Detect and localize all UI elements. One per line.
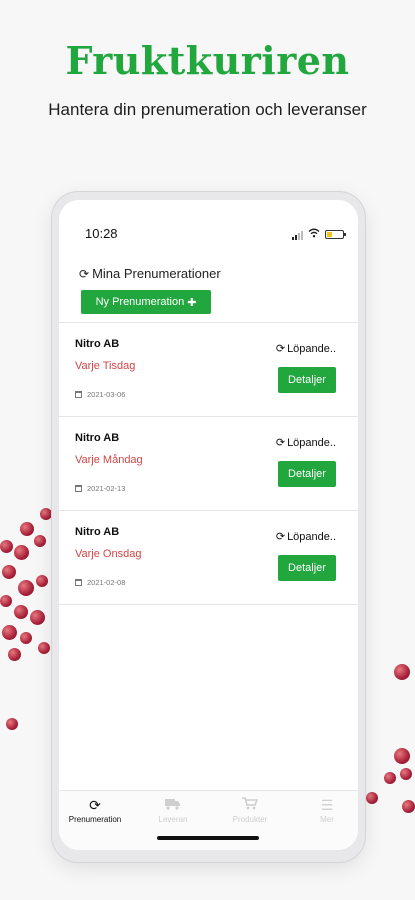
tab-produkter[interactable]: Produkter: [214, 797, 286, 824]
brand-title: Fruktkuriren: [65, 38, 350, 83]
brand-tagline: Hantera din prenumeration och leveranser: [48, 100, 367, 119]
home-indicator: [157, 836, 259, 840]
status-time: 10:28: [85, 226, 118, 241]
tab-mer[interactable]: ☰ Mer: [291, 797, 358, 824]
app-screen: 10:28 ⟳ Mina Prenumerationer Ny Prenumer…: [59, 200, 358, 850]
wifi-icon: [308, 228, 320, 241]
phone-frame: 10:28 ⟳ Mina Prenumerationer Ny Prenumer…: [52, 192, 365, 862]
calendar-icon: [75, 485, 82, 492]
page-title: Mina Prenumerationer: [92, 266, 221, 281]
subscription-status: ⟳ Löpande..: [275, 436, 336, 450]
subscription-day: Varje Onsdag: [75, 548, 142, 560]
cart-icon: [214, 797, 286, 813]
subscription-company: Nitro AB: [75, 432, 120, 444]
subscription-day: Varje Måndag: [75, 454, 143, 466]
status-bar: 10:28: [85, 226, 346, 242]
truck-icon: [137, 797, 209, 813]
subscription-card: Nitro AB Varje Måndag 2021-02-13 ⟳ Löpand…: [59, 416, 358, 510]
calendar-icon: [75, 579, 82, 586]
subscription-date: 2021-03-06: [87, 390, 126, 399]
subscription-card: Nitro AB Varje Tisdag 2021-03-06 ⟳ Löpand…: [59, 322, 358, 416]
signal-icon: [292, 230, 303, 240]
menu-icon: ☰: [320, 797, 334, 813]
details-button[interactable]: Detaljer: [278, 367, 336, 393]
bottom-tab-bar: ⟳ Prenumeration Leveran Produkter ☰ Mer: [59, 790, 358, 850]
subscription-card: Nitro AB Varje Onsdag 2021-02-08 ⟳ Löpand…: [59, 510, 358, 604]
divider: [59, 604, 358, 605]
subscription-company: Nitro AB: [75, 526, 120, 538]
sync-icon: ⟳: [275, 531, 286, 543]
details-button[interactable]: Detaljer: [278, 461, 336, 487]
new-subscription-label: Ny Prenumeration: [95, 296, 185, 308]
plus-icon: ✚: [187, 296, 197, 309]
tab-prenumeration[interactable]: ⟳ Prenumeration: [59, 797, 131, 824]
subscription-date: 2021-02-08: [87, 578, 126, 587]
sync-icon: ⟳: [79, 266, 90, 281]
page-header: ⟳ Mina Prenumerationer: [79, 266, 221, 281]
subscription-company: Nitro AB: [75, 338, 120, 350]
calendar-icon: [75, 391, 82, 398]
battery-icon: [325, 230, 346, 239]
tab-leveranser[interactable]: Leveran: [137, 797, 209, 824]
new-subscription-button[interactable]: Ny Prenumeration ✚: [81, 290, 211, 314]
sync-icon: ⟳: [89, 797, 101, 813]
subscription-day: Varje Tisdag: [75, 360, 136, 372]
sync-icon: ⟳: [275, 437, 286, 449]
subscription-status: ⟳ Löpande..: [275, 530, 336, 544]
subscription-status: ⟳ Löpande..: [275, 342, 336, 356]
sync-icon: ⟳: [275, 343, 286, 355]
subscription-date: 2021-02-13: [87, 484, 126, 493]
details-button[interactable]: Detaljer: [278, 555, 336, 581]
